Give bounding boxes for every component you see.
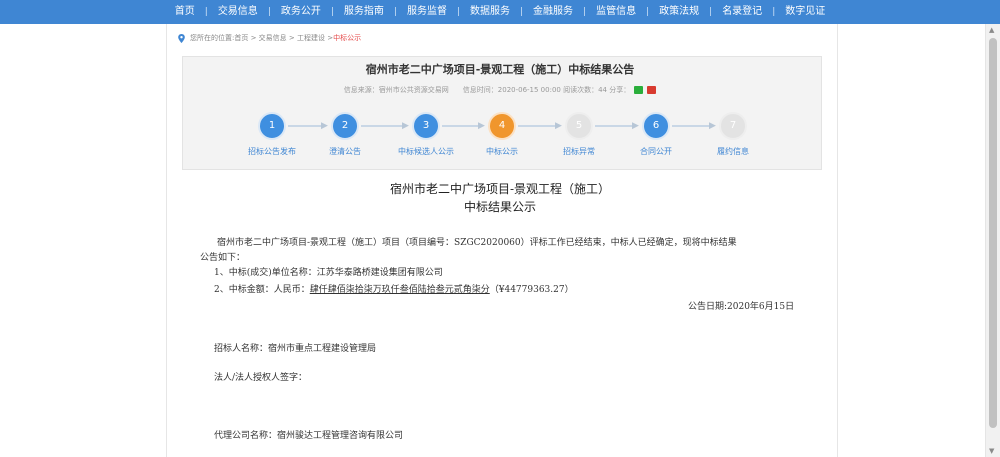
step-label[interactable]: 履约信息 bbox=[717, 146, 749, 157]
step-circle[interactable]: 4 bbox=[488, 112, 516, 140]
scroll-up-icon[interactable]: ▲ bbox=[989, 26, 994, 34]
nav-item[interactable]: 金融服务 bbox=[523, 0, 583, 24]
article-meta: 信息来源：宿州市公共资源交易网 信息时间：2020-06-15 00:00 阅读… bbox=[0, 85, 1000, 95]
step-circle[interactable]: 3 bbox=[412, 112, 440, 140]
location-pin-icon bbox=[178, 33, 185, 43]
amount-prefix: 2、中标金额：人民币： bbox=[214, 285, 310, 295]
step-connector bbox=[595, 125, 634, 127]
step-label[interactable]: 招标公告发布 bbox=[248, 146, 296, 157]
vertical-scrollbar[interactable]: ▲ ▼ bbox=[985, 24, 1000, 457]
nav-item[interactable]: 数字见证 bbox=[775, 0, 835, 24]
page-title: 宿州市老二中广场项目-景观工程（施工）中标结果公告 bbox=[365, 63, 635, 76]
doc-paragraph-line1: 宿州市老二中广场项目-景观工程（施工）项目（项目编号：SZGC2020060）评… bbox=[217, 238, 737, 248]
nav-item[interactable]: 首页 bbox=[165, 0, 205, 24]
step-circle[interactable]: 6 bbox=[642, 112, 670, 140]
step-label[interactable]: 中标公示 bbox=[486, 146, 518, 157]
announcement-date: 公告日期:2020年6月15日 bbox=[688, 302, 795, 312]
article-source: 信息来源：宿州市公共资源交易网 bbox=[343, 86, 449, 94]
tenderer-name: 招标人名称：宿州市重点工程建设管理局 bbox=[214, 344, 377, 354]
step-arrow-icon: ▶ bbox=[709, 121, 716, 131]
step-circle[interactable]: 5 bbox=[565, 112, 593, 140]
step-arrow-icon: ▶ bbox=[632, 121, 639, 131]
nav-item[interactable]: 服务监督 bbox=[397, 0, 457, 24]
top-nav-bar: 首页 | 交易信息 | 政务公开 | 服务指南 | 服务监督 | 数据服务 | 金融服务 | 监管信息 | 政策… bbox=[0, 0, 1000, 24]
nav-item[interactable]: 数据服务 bbox=[460, 0, 520, 24]
wechat-share-icon[interactable] bbox=[634, 86, 644, 94]
nav-item[interactable]: 政策法规 bbox=[649, 0, 709, 24]
doc-paragraph-line2: 公告如下： bbox=[200, 253, 246, 263]
winning-bidder: 1、中标(成交)单位名称：江苏华泰路桥建设集团有限公司 bbox=[214, 268, 443, 278]
step-connector bbox=[672, 125, 711, 127]
step-label[interactable]: 中标候选人公示 bbox=[398, 146, 454, 157]
article-time: 信息时间：2020-06-15 00:00 阅读次数：44 分享： bbox=[462, 86, 631, 94]
breadcrumb-prefix: 您所在的位置: bbox=[190, 34, 235, 42]
step-arrow-icon: ▶ bbox=[402, 121, 409, 131]
breadcrumb-path[interactable]: 首页 > 交易信息 > 工程建设 > bbox=[234, 33, 333, 43]
step-connector bbox=[288, 125, 323, 127]
step-circle[interactable]: 7 bbox=[719, 112, 747, 140]
step-connector bbox=[518, 125, 557, 127]
top-nav-items: 首页 | 交易信息 | 政务公开 | 服务指南 | 服务监督 | 数据服务 | 金融服务 | 监管信息 | 政策… bbox=[165, 0, 835, 24]
amount-words: 肆仟肆佰柒拾柒万玖仟叁佰陆拾叁元贰角柒分 bbox=[309, 285, 490, 295]
weibo-share-icon[interactable] bbox=[647, 86, 657, 94]
agency-name: 代理公司名称：宿州骏达工程管理咨询有限公司 bbox=[214, 431, 404, 441]
scroll-down-icon[interactable]: ▼ bbox=[989, 447, 994, 455]
breadcrumb-current: 中标公示 bbox=[333, 34, 362, 42]
scrollbar-thumb[interactable] bbox=[989, 38, 997, 428]
step-label[interactable]: 合同公开 bbox=[640, 146, 672, 157]
nav-item[interactable]: 监管信息 bbox=[586, 0, 646, 24]
breadcrumb: 您所在的位置: 首页 > 交易信息 > 工程建设 > 中标公示 bbox=[178, 33, 361, 43]
amount-number: （¥44779363.27） bbox=[489, 285, 574, 295]
step-connector bbox=[442, 125, 480, 127]
nav-item[interactable]: 政务公开 bbox=[271, 0, 331, 24]
step-arrow-icon: ▶ bbox=[478, 121, 485, 131]
doc-title-line1: 宿州市老二中广场项目-景观工程（施工） bbox=[389, 182, 611, 196]
process-steps: ▶ 1 招标公告发布 ▶ 2 澄清公告 ▶ 3 中标候选人公示 ▶ 4 中标公示 ▶ 5 招标异常 ▶ 6 合同公… bbox=[182, 112, 820, 162]
nav-item[interactable]: 服务指南 bbox=[334, 0, 394, 24]
step-label[interactable]: 招标异常 bbox=[563, 146, 595, 157]
nav-item[interactable]: 名录登记 bbox=[712, 0, 772, 24]
step-connector bbox=[361, 125, 404, 127]
winning-amount: 2、中标金额：人民币：肆仟肆佰柒拾柒万玖仟叁佰陆拾叁元贰角柒分（¥4477936… bbox=[214, 282, 574, 295]
step-arrow-icon: ▶ bbox=[321, 121, 328, 131]
step-arrow-icon: ▶ bbox=[555, 121, 562, 131]
step-circle[interactable]: 2 bbox=[331, 112, 359, 140]
step-label[interactable]: 澄清公告 bbox=[329, 146, 361, 157]
doc-title-line2: 中标结果公示 bbox=[463, 200, 536, 214]
nav-item[interactable]: 交易信息 bbox=[208, 0, 268, 24]
legal-signature: 法人/法人授权人签字： bbox=[214, 373, 308, 383]
step-circle[interactable]: 1 bbox=[258, 112, 286, 140]
